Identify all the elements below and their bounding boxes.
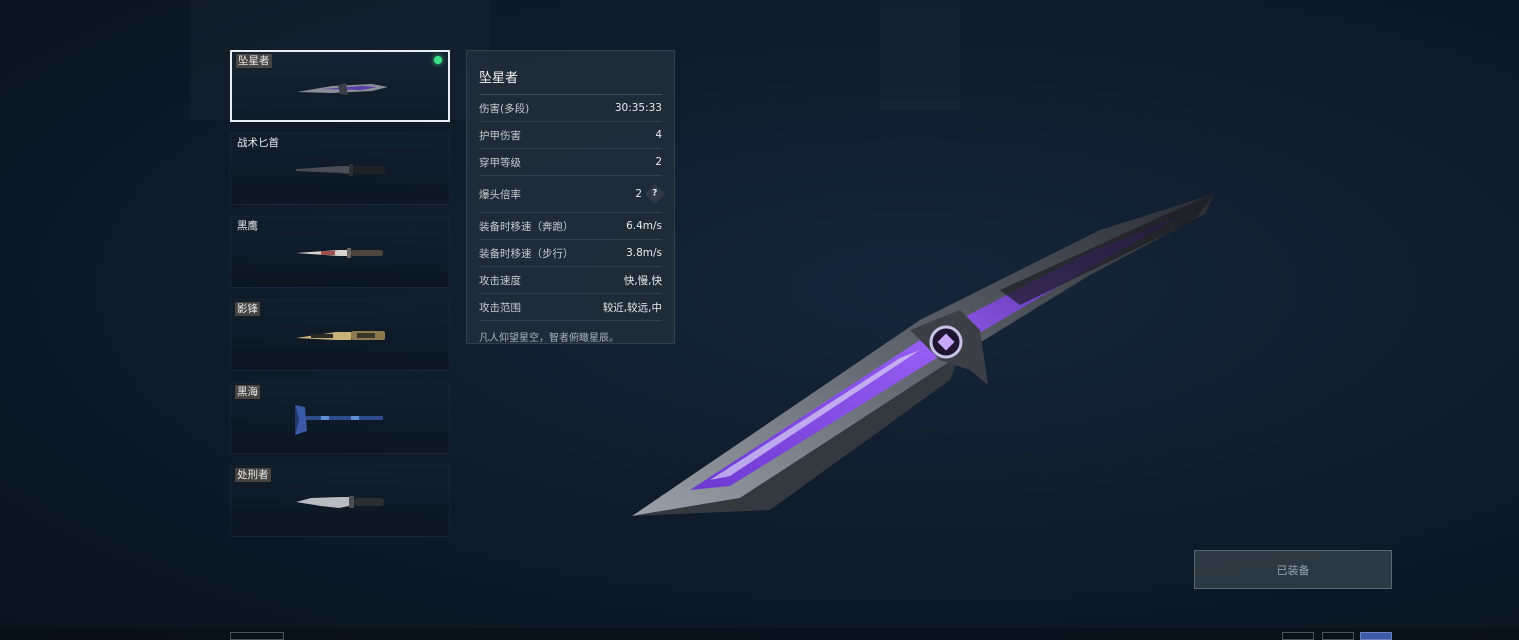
starfall-knife-render (632, 194, 1214, 516)
weapon-card-starfall[interactable]: 坠星者 (230, 50, 450, 122)
bottom-slot[interactable] (1322, 632, 1354, 640)
bottom-slot-active[interactable] (1360, 632, 1392, 640)
executioner-knife-icon (296, 496, 384, 508)
bottom-slot[interactable] (1282, 632, 1314, 640)
weapon-name: 坠星者 (236, 54, 272, 68)
equipped-button[interactable]: 已装备 (1194, 550, 1392, 589)
shadow-edge-knife-icon (296, 331, 385, 340)
weapon-name: 处刑者 (235, 468, 271, 482)
weapon-card-shadow-edge[interactable]: 影锋 (230, 299, 450, 371)
stat-label: 穿甲等级 (479, 156, 521, 169)
weapon-name: 黑海 (235, 385, 260, 399)
stat-row-damage: 伤害(多段) 30:35:33 (479, 95, 662, 122)
stat-label: 装备时移速（步行） (479, 247, 574, 260)
bottom-slot[interactable] (230, 632, 284, 640)
stat-label: 伤害(多段) (479, 102, 530, 115)
weapon-name: 黑鹰 (237, 220, 258, 232)
weapon-list: 坠星者 战术匕首 黑鹰 影锋 黑海 处刑者 (230, 50, 452, 548)
weapon-card-black-eagle[interactable]: 黑鹰 (230, 216, 450, 288)
stat-value: 30:35:33 (614, 102, 662, 114)
weapon-card-tactical-dagger[interactable]: 战术匕首 (230, 133, 450, 205)
stat-row-armor-damage: 护甲伤害 4 (479, 122, 662, 149)
black-sea-axe-icon (295, 405, 383, 435)
starfall-knife-icon (297, 83, 388, 95)
weapon-card-black-sea[interactable]: 黑海 (230, 382, 450, 454)
weapon-card-executioner[interactable]: 处刑者 (230, 465, 450, 537)
stat-row-penetration: 穿甲等级 2 (479, 149, 662, 176)
stats-title: 坠星者 (479, 51, 662, 95)
stat-value: 4 (655, 129, 662, 141)
background-wall-right (880, 0, 960, 110)
stat-label: 爆头倍率 (479, 188, 521, 201)
stat-label: 装备时移速（奔跑） (479, 220, 574, 233)
tactical-dagger-icon (296, 164, 385, 176)
weapon-name: 战术匕首 (237, 137, 279, 149)
stat-label: 护甲伤害 (479, 129, 521, 142)
equipped-indicator (434, 56, 442, 64)
stat-label: 攻击速度 (479, 274, 521, 287)
stat-label: 攻击范围 (479, 301, 521, 314)
stat-value: 2 (655, 156, 662, 168)
weapon-name: 影锋 (235, 302, 260, 316)
black-eagle-knife-icon (296, 248, 383, 258)
